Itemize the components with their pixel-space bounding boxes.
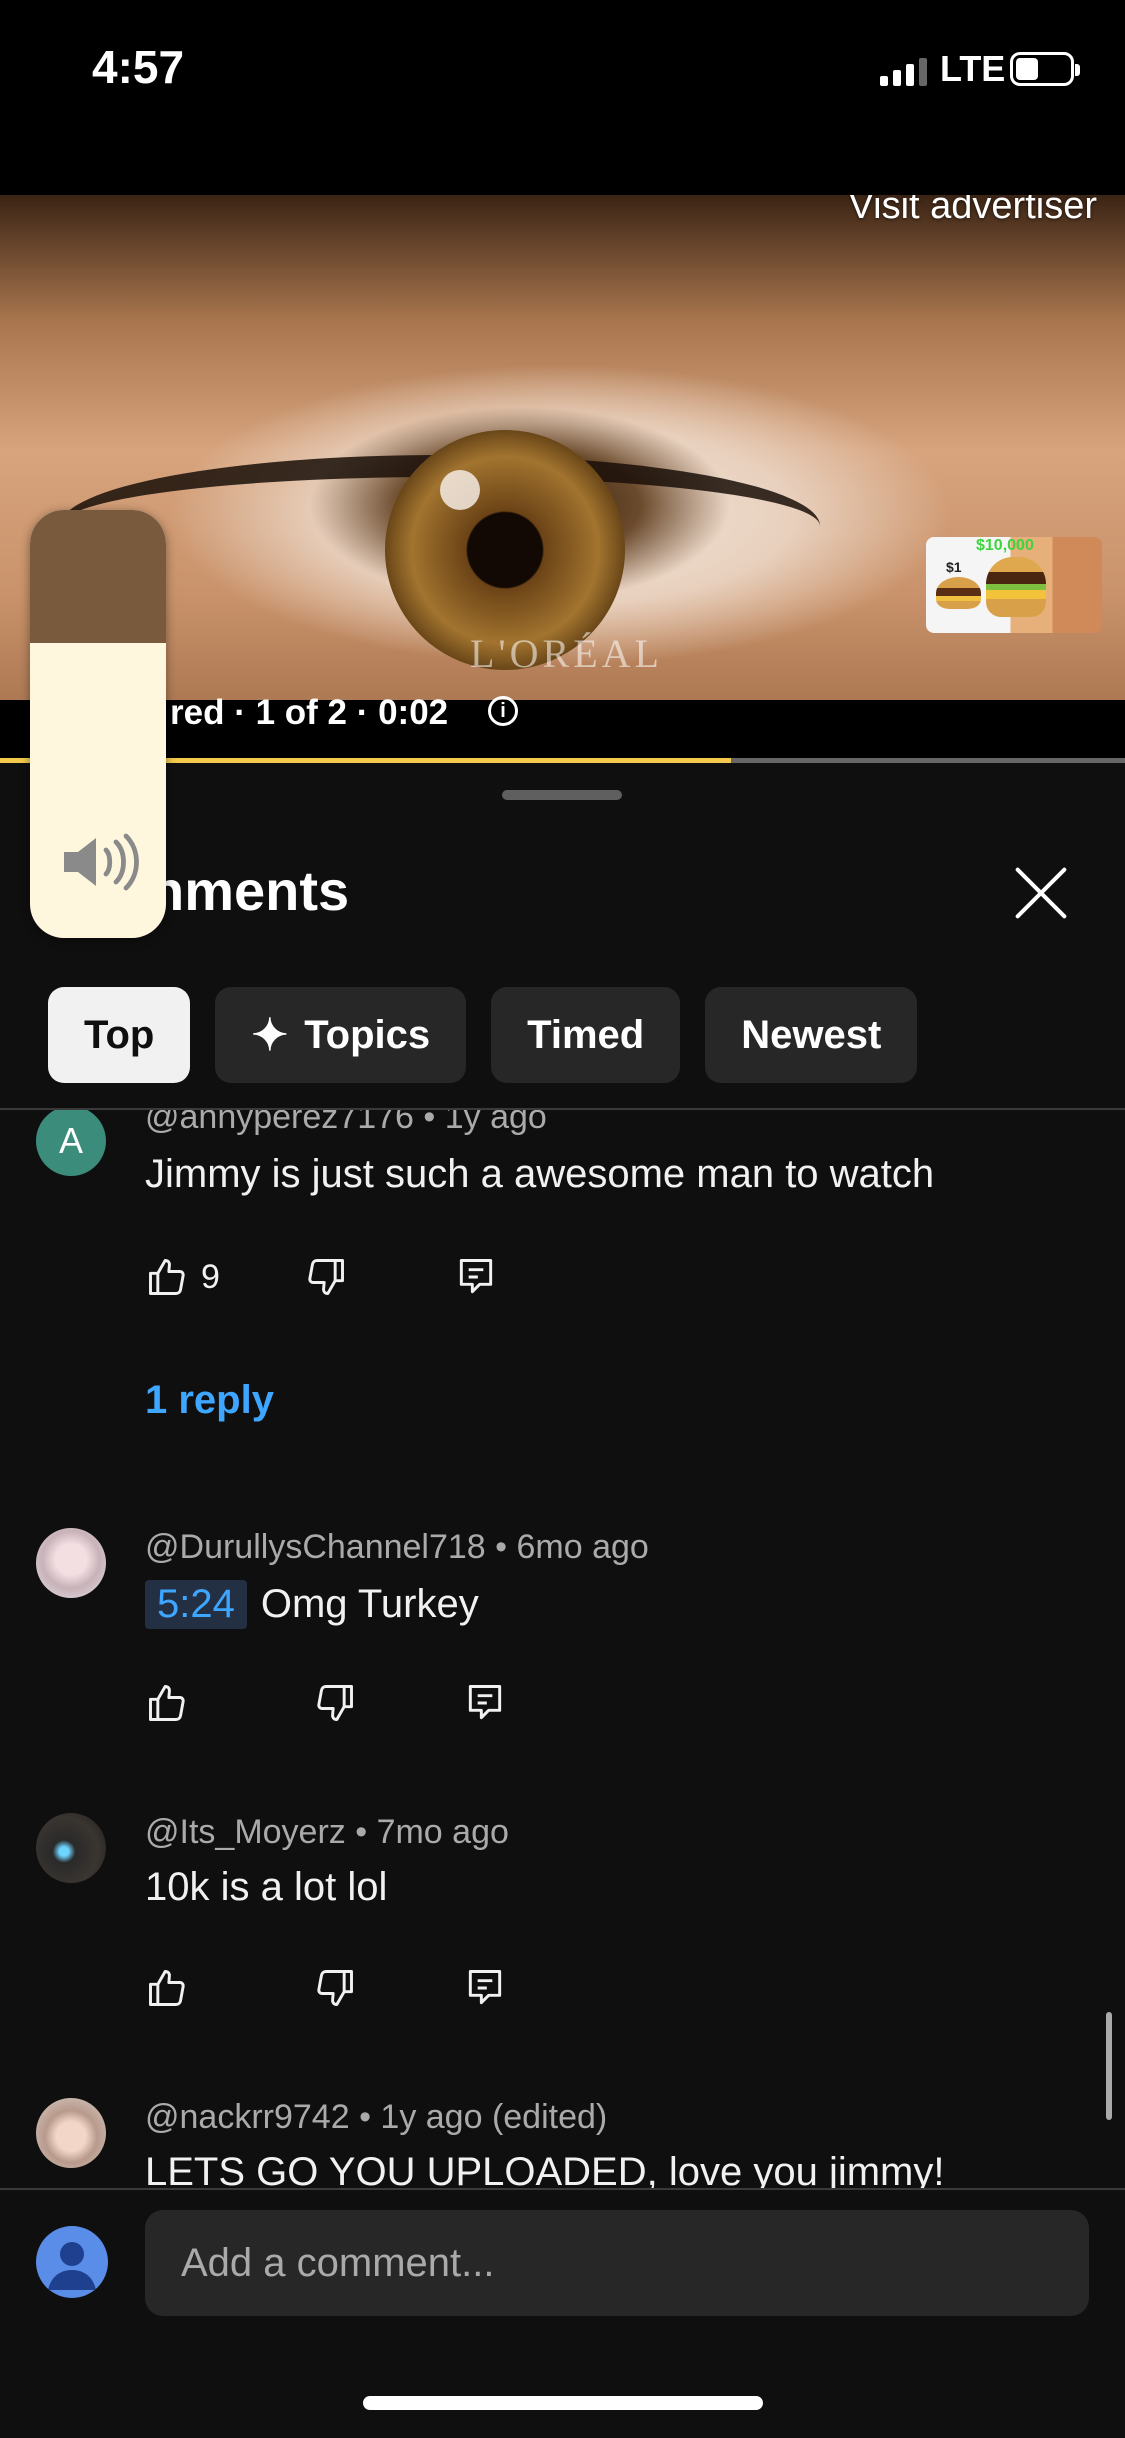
comment-text: Jimmy is just such a awesome man to watc… (145, 1152, 935, 1196)
battery-icon (1010, 52, 1080, 86)
thumbs-down-icon (317, 1685, 353, 1721)
reply-icon (468, 1685, 502, 1720)
thumbs-down-icon (317, 1970, 353, 2006)
reply-button[interactable] (463, 1681, 507, 1725)
thumbs-up-icon (149, 1259, 185, 1295)
chip-timed[interactable]: Timed (491, 987, 681, 1083)
visit-advertiser-link[interactable]: Visit advertiser (848, 195, 1097, 228)
home-indicator[interactable] (363, 2396, 763, 2410)
reply-button[interactable] (454, 1255, 498, 1299)
comment-age: 7mo ago (376, 1813, 509, 1851)
avatar-letter: A (58, 1120, 83, 1161)
avatar[interactable] (36, 1813, 106, 1883)
chip-label: Timed (527, 1012, 645, 1057)
comment-author[interactable]: @Its_Moyerz (145, 1813, 346, 1851)
view-replies-link[interactable]: 1 reply (145, 1378, 274, 1423)
video-info-strip (0, 700, 1125, 765)
burger-image (986, 557, 1046, 617)
filter-chips: Top ✦ Topics Timed Newest (48, 987, 918, 1083)
avatar[interactable] (36, 1528, 106, 1598)
person-icon (48, 2242, 96, 2290)
reply-icon (468, 1970, 502, 2005)
chip-newest[interactable]: Newest (705, 987, 918, 1083)
reply-icon (459, 1259, 493, 1294)
dislike-button[interactable] (304, 1255, 348, 1299)
reply-button[interactable] (463, 1966, 507, 2010)
add-comment-input[interactable] (145, 2210, 1089, 2316)
comment-author[interactable]: @annyperez7176 (145, 1110, 414, 1136)
like-button[interactable] (145, 1681, 189, 1725)
comment-age: 6mo ago (516, 1528, 649, 1566)
like-button[interactable] (145, 1966, 189, 2010)
info-icon[interactable]: i (488, 696, 518, 726)
comment-author[interactable]: @DurullysChannel718 (145, 1528, 486, 1566)
comment-meta: @annyperez7176 • 1y ago (145, 1110, 547, 1137)
comment-text: 10k is a lot lol (145, 1865, 388, 1909)
chip-top[interactable]: Top (48, 987, 191, 1083)
burger-image (936, 577, 981, 609)
chip-label: Newest (741, 1012, 882, 1057)
network-label: LTE (940, 48, 1006, 89)
close-icon[interactable] (1010, 862, 1072, 924)
comments-title: nments (150, 859, 350, 922)
comment-actions (145, 1963, 507, 2013)
speaker-icon (64, 833, 139, 891)
volume-slider[interactable] (30, 510, 166, 938)
video-player[interactable]: Visit advertiser L'ORÉAL $1 $10,000 (0, 195, 1125, 765)
status-bar (0, 0, 1125, 195)
comment-meta: @DurullysChannel718 • 6mo ago (145, 1528, 649, 1566)
sparkle-icon: ✦ (251, 1010, 289, 1060)
comment-meta: @nackrr9742 • 1y ago (edited) (145, 2098, 608, 2136)
status-time: 4:57 (92, 41, 185, 93)
brand-watermark: L'ORÉAL (470, 631, 663, 676)
comment-age: 1y ago (edited) (380, 2098, 608, 2136)
like-button[interactable]: 9 (145, 1255, 220, 1299)
avatar[interactable] (36, 2098, 106, 2168)
comment-text: LETS GO YOU UPLOADED, love you jimmy! (145, 2150, 945, 2190)
comment-list[interactable]: A @annyperez7176 • 1y ago Jimmy is just … (0, 1110, 1125, 2190)
scrollbar[interactable] (1106, 2012, 1112, 2120)
comment-meta: @Its_Moyerz • 7mo ago (145, 1813, 509, 1851)
comment-actions (145, 1678, 507, 1728)
thumb-price-small: $1 (946, 559, 962, 575)
avatar[interactable]: A (36, 1110, 106, 1176)
chip-topics[interactable]: ✦ Topics (215, 987, 467, 1083)
thumbs-up-icon (149, 1970, 185, 2006)
chip-label: Top (84, 1012, 155, 1057)
eye-glint (440, 470, 480, 510)
next-video-thumbnail[interactable]: $1 $10,000 (926, 537, 1102, 633)
user-avatar[interactable] (36, 2226, 108, 2298)
timestamp-link[interactable]: 5:24 (145, 1580, 247, 1629)
volume-level (30, 510, 166, 643)
thumbs-down-icon (308, 1259, 344, 1295)
ad-info-text: red · 1 of 2 · 0:02 (170, 693, 449, 732)
comment-text: 5:24 Omg Turkey (145, 1580, 479, 1629)
thumbs-up-icon (149, 1685, 185, 1721)
comment-age: 1y ago (444, 1110, 547, 1136)
comment-actions: 9 (145, 1252, 498, 1302)
comment-author[interactable]: @nackrr9742 (145, 2098, 350, 2136)
thumb-price-big: $10,000 (976, 537, 1034, 554)
like-count: 9 (201, 1257, 220, 1296)
dislike-button[interactable] (313, 1966, 357, 2010)
comment-body: Omg Turkey (260, 1582, 479, 1626)
drag-handle[interactable] (502, 790, 622, 800)
signal-icon (880, 56, 927, 86)
chip-label: Topics (304, 1012, 431, 1057)
dislike-button[interactable] (313, 1681, 357, 1725)
